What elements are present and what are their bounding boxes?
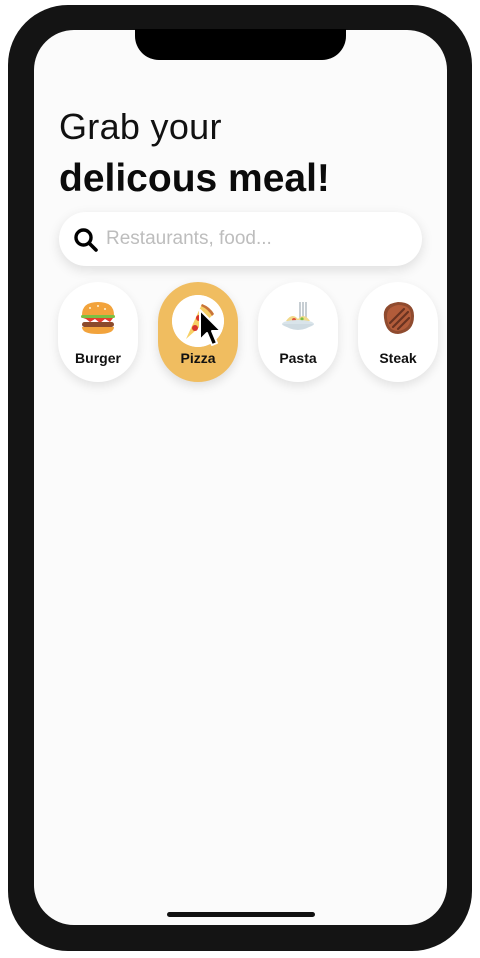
home-indicator[interactable] <box>167 912 315 917</box>
page-title-line2: delicous meal! <box>59 157 330 200</box>
burger-icon <box>81 302 115 334</box>
category-label: Burger <box>75 350 121 366</box>
category-label: Steak <box>379 350 417 366</box>
notch <box>135 29 346 60</box>
category-pasta[interactable]: Pasta <box>258 282 338 382</box>
search-bar[interactable] <box>59 212 422 266</box>
page-title-line1: Grab your <box>59 106 222 147</box>
category-burger[interactable]: Burger <box>58 282 138 382</box>
mouse-cursor-icon <box>199 309 222 346</box>
category-label: Pasta <box>279 350 317 366</box>
category-steak[interactable]: Steak <box>358 282 438 382</box>
steak-icon <box>383 302 414 334</box>
category-label: Pizza <box>180 350 216 366</box>
pasta-icon <box>282 302 314 330</box>
search-icon <box>74 228 98 252</box>
search-input[interactable] <box>106 224 406 254</box>
